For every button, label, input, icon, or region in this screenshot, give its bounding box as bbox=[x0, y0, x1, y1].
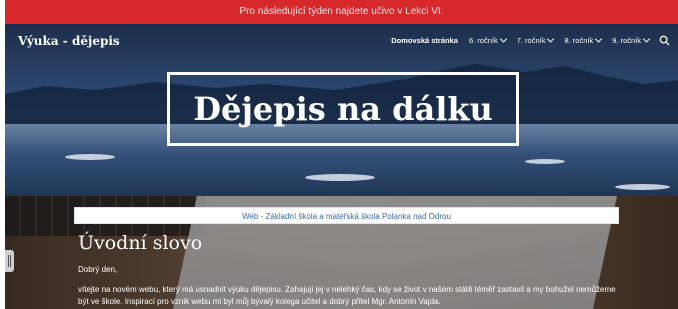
chevron-down-icon bbox=[499, 35, 507, 43]
side-panel-handle[interactable] bbox=[5, 250, 14, 272]
announcement-bar: Pro následující týden najdete učivo v Le… bbox=[5, 0, 678, 24]
school-link-bar[interactable]: Web - Základní škola a mateřská škola Po… bbox=[74, 207, 619, 224]
intro-paragraph: vítejte na novém webu, který má usnadnit… bbox=[78, 285, 616, 306]
hero-banner: Výuka - dějepis Domovská stránka 6. ročn… bbox=[5, 24, 678, 196]
nav-item-grade-6[interactable]: 6. ročník bbox=[468, 35, 507, 45]
nav-item-grade-9[interactable]: 9. ročník bbox=[612, 35, 651, 45]
section-heading: Úvodní slovo bbox=[78, 232, 203, 254]
ice-floe bbox=[615, 184, 670, 190]
chevron-down-icon bbox=[642, 35, 651, 43]
school-link[interactable]: Web - Základní škola a mateřská škola Po… bbox=[242, 212, 451, 221]
chevron-down-icon bbox=[547, 35, 555, 43]
nav-item-label: 6. ročník bbox=[468, 36, 498, 45]
nav-item-label: 9. ročník bbox=[612, 36, 641, 45]
greeting-text: Dobrý den, bbox=[78, 265, 118, 274]
nav-item-label: 7. ročník bbox=[516, 36, 546, 45]
hero-title-box: Dějepis na dálku bbox=[167, 72, 519, 146]
ice-floe bbox=[65, 154, 115, 160]
main-nav: Domovská stránka 6. ročník 7. ročník 8. … bbox=[380, 35, 670, 46]
hero-title: Dějepis na dálku bbox=[193, 90, 493, 128]
ice-floe bbox=[305, 174, 375, 181]
site-title[interactable]: Výuka - dějepis bbox=[18, 34, 120, 48]
nav-item-grade-8[interactable]: 8. ročník bbox=[564, 35, 603, 45]
ice-floe bbox=[525, 159, 565, 164]
search-icon[interactable] bbox=[659, 35, 670, 46]
nav-item-label: 8. ročník bbox=[564, 36, 594, 45]
nav-item-home[interactable]: Domovská stránka bbox=[391, 36, 458, 45]
nav-item-label: Domovská stránka bbox=[391, 36, 458, 45]
nav-item-grade-7[interactable]: 7. ročník bbox=[516, 35, 555, 45]
chevron-down-icon bbox=[595, 35, 603, 43]
announcement-text: Pro následující týden najdete učivo v Le… bbox=[239, 6, 444, 17]
